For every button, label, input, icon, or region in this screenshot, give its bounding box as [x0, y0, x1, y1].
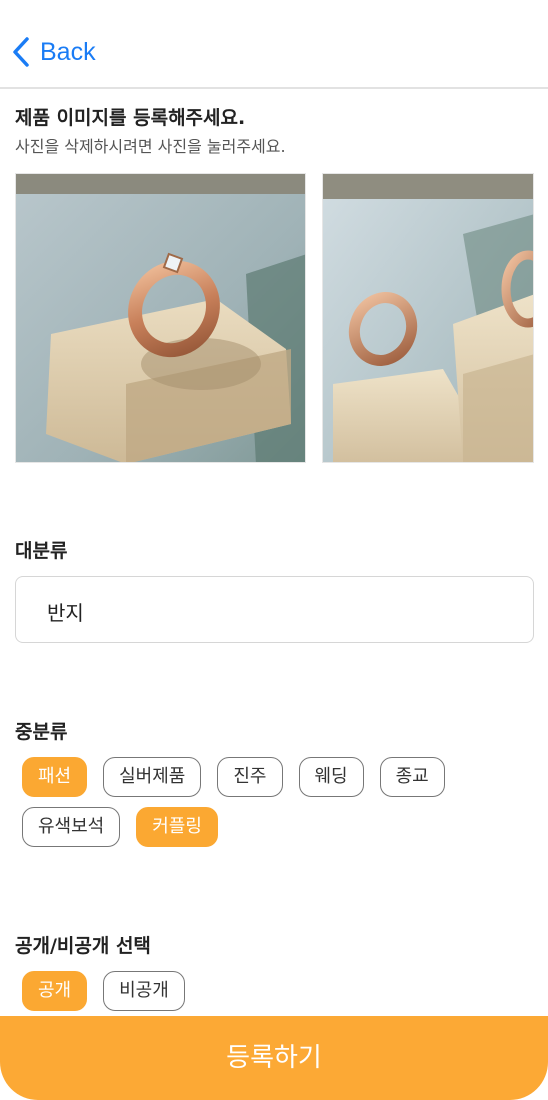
visibility-chip-row: 공개 비공개 [22, 971, 185, 1011]
subcategory-chip-row-1: 패션 실버제품 진주 웨딩 종교 [22, 757, 445, 797]
subcategory-chip-row-2: 유색보석 커플링 [22, 807, 218, 847]
category-value: 반지 [47, 601, 84, 625]
chip-colored-gem[interactable]: 유색보석 [22, 807, 121, 847]
chip-couple-ring[interactable]: 커플링 [136, 807, 218, 847]
navigation-bar: Back [0, 0, 548, 89]
chip-silver[interactable]: 실버제품 [103, 757, 202, 797]
category-label: 대분류 [15, 540, 68, 562]
image-section-title: 제품 이미지를 등록해주세요. [15, 107, 246, 129]
register-button[interactable]: 등록하기 [0, 1016, 548, 1100]
chip-fashion[interactable]: 패션 [22, 757, 88, 797]
chip-wedding[interactable]: 웨딩 [298, 757, 364, 797]
image-section-subtitle: 사진을 삭제하시려면 사진을 눌러주세요. [15, 137, 286, 156]
chip-public[interactable]: 공개 [22, 971, 88, 1011]
product-photo-2[interactable] [322, 173, 534, 463]
back-button[interactable]: Back [12, 30, 96, 74]
chip-private[interactable]: 비공개 [103, 971, 185, 1011]
back-label: Back [40, 37, 96, 66]
visibility-label: 공개/비공개 선택 [15, 935, 151, 957]
product-photo-1[interactable] [15, 173, 306, 463]
chip-religion[interactable]: 종교 [379, 757, 445, 797]
category-select[interactable]: 반지 [15, 576, 534, 643]
chip-pearl[interactable]: 진주 [217, 757, 283, 797]
chevron-left-icon [12, 36, 30, 68]
subcategory-label: 중분류 [15, 721, 68, 743]
